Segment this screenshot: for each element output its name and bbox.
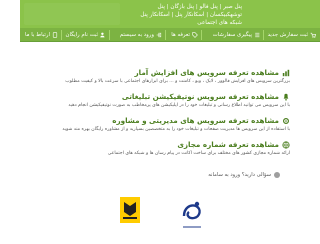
tag-icon [192,32,198,38]
nav-divider [201,30,202,40]
nav-label: ثبت نام رایگان [65,32,98,38]
question-text: سؤالی دارید؟ ورود به سامانه [208,172,271,178]
samandehi-badge[interactable] [119,196,141,224]
tariff-link-notification[interactable]: مشاهده تعرفه سرویس نوتیفیکیشن تبلیغاتی [60,92,290,101]
nav-item-tariffs[interactable]: تعرفه ها [171,28,198,42]
nav-item-track-orders[interactable]: پیگیری سفارشات [213,28,260,42]
nav-label: پیگیری سفارشات [212,32,252,38]
nav-label: ارتباط با ما [25,32,50,38]
tariff-section-stats: مشاهده تعرفه سرویس های افزایش آمار بزرگت… [60,68,290,85]
main-nav: ثبت سفارش جدید پیگیری سفارشات تعرفه ها و… [20,28,320,42]
tariff-title: مشاهده تعرفه سرویس نوتیفیکیشن تبلیغاتی [121,92,279,101]
list-icon [255,32,260,38]
tariff-desc: ارائه شماره مجازی کشور های مختلف برای سا… [107,151,290,156]
header-intro-text: پنل صبر | پنل فالو | پنل بازگان | پنل تو… [140,4,242,26]
tariff-link-management[interactable]: مشاهده تعرفه سرویس های مدیریتی و مشاوره [60,116,290,125]
tariff-link-stats[interactable]: مشاهده تعرفه سرویس های افزایش آمار [60,68,290,77]
site-header: پنل صبر | پنل فالو | پنل بازگان | پنل تو… [20,0,320,28]
nav-item-new-order[interactable]: ثبت سفارش جدید [268,28,316,42]
question-icon [274,172,280,178]
phone-icon [52,32,58,38]
nav-divider [165,30,166,40]
tariff-desc: بزرگترین سرویس های افزایش فالوور ، لایک … [65,79,290,84]
tariff-section-notification: مشاهده تعرفه سرویس نوتیفیکیشن تبلیغاتی ب… [60,92,290,109]
question-link[interactable]: سؤالی دارید؟ ورود به سامانه [208,172,280,178]
login-icon [156,32,162,38]
tariff-title: مشاهده تعرفه سرویس های مدیریتی و مشاوره [112,116,279,125]
site-logo[interactable] [24,3,120,25]
nav-label: ورود به سیستم [119,32,154,38]
globe-icon [282,140,290,149]
nav-item-register[interactable]: ثبت نام رایگان [65,28,106,42]
nav-divider [61,30,62,40]
tariff-section-virtual-number: مشاهده تعرفه شماره مجازی ارائه شماره مجا… [60,140,290,157]
tariff-desc: با این سرویس می توانید اطلاع رسانی و تبل… [68,103,290,108]
nav-label: ثبت سفارش جدید [267,32,308,38]
nav-label: تعرفه ها [171,32,190,38]
tariff-link-virtual-number[interactable]: مشاهده تعرفه شماره مجازی [60,140,290,149]
tariff-title: مشاهده تعرفه شماره مجازی [177,140,279,149]
nav-item-contact[interactable]: ارتباط با ما [25,28,58,42]
nav-divider [109,30,110,40]
tariff-section-management: مشاهده تعرفه سرویس های مدیریتی و مشاوره … [60,116,290,133]
nav-divider [263,30,264,40]
logo-shape [24,3,120,25]
cart-icon [310,32,316,38]
tariff-desc: با استفاده از این سرویس ها مدیریت صفحات … [62,127,290,132]
gear-icon [283,117,289,124]
tariff-title: مشاهده تعرفه سرویس های افزایش آمار [134,68,280,77]
nav-item-login[interactable]: ورود به سیستم [120,28,162,42]
bell-icon [283,93,289,101]
enamad-badge[interactable] [178,196,206,236]
user-add-icon [100,32,105,38]
chart-icon [282,69,290,76]
